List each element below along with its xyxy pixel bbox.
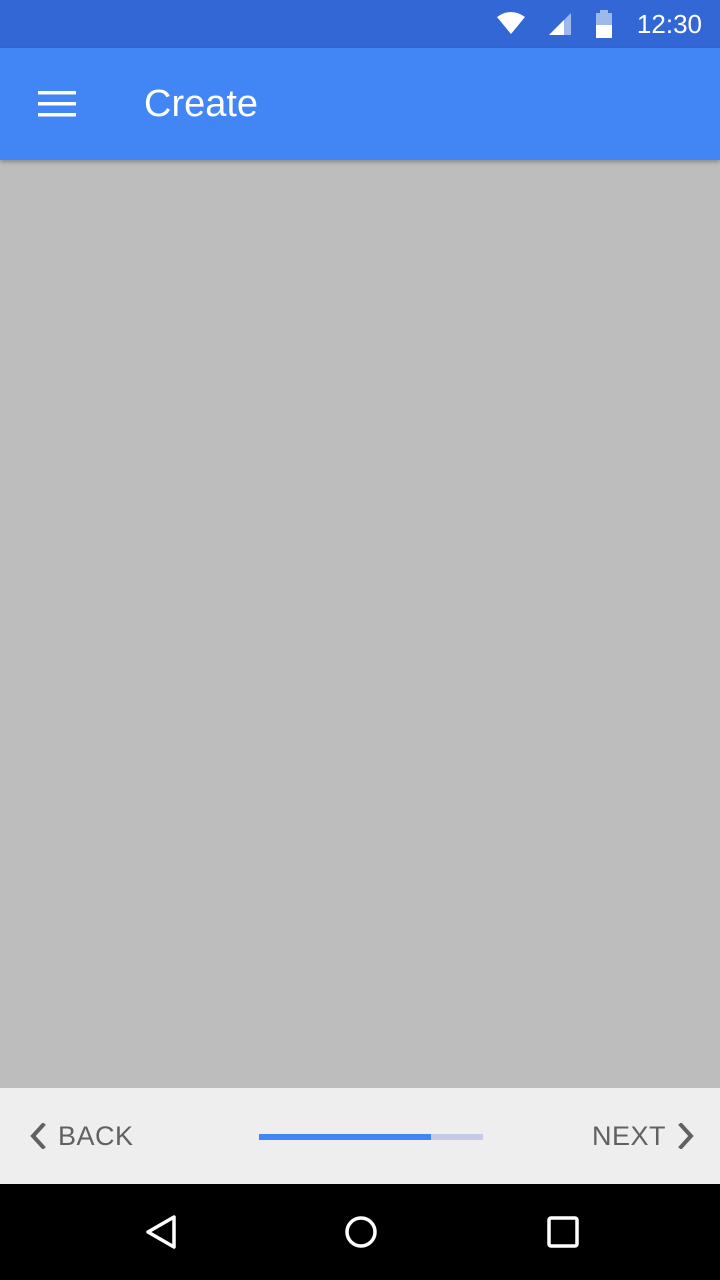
- recents-square-icon: [547, 1216, 579, 1248]
- app-bar: Create: [0, 48, 720, 160]
- nav-recents-button[interactable]: [533, 1202, 593, 1262]
- menu-button[interactable]: [18, 64, 96, 144]
- back-label: BACK: [58, 1120, 134, 1151]
- wifi-icon: [496, 12, 525, 34]
- cell-signal-icon: [548, 13, 571, 35]
- chevron-right-icon: [678, 1123, 694, 1149]
- next-button[interactable]: NEXT: [592, 1088, 694, 1184]
- progress-fill: [259, 1134, 432, 1140]
- phone-screen: 12:30 Create BACK NEXT: [0, 0, 720, 1280]
- next-label: NEXT: [591, 1120, 666, 1151]
- battery-icon: [595, 10, 612, 38]
- navigation-bar: [0, 1184, 720, 1280]
- status-bar: 12:30: [0, 0, 720, 48]
- page-title: Create: [144, 83, 259, 125]
- home-circle-icon: [345, 1216, 377, 1248]
- nav-home-button[interactable]: [331, 1202, 391, 1262]
- progress-bar: [259, 1134, 483, 1140]
- menu-icon: [38, 91, 76, 117]
- status-time: 12:30: [636, 9, 702, 39]
- back-button[interactable]: BACK: [30, 1088, 134, 1184]
- content-area: [0, 160, 720, 1088]
- back-triangle-icon: [146, 1215, 176, 1249]
- status-icons: 12:30: [475, 0, 702, 48]
- nav-back-button[interactable]: [131, 1202, 191, 1262]
- chevron-left-icon: [30, 1123, 46, 1149]
